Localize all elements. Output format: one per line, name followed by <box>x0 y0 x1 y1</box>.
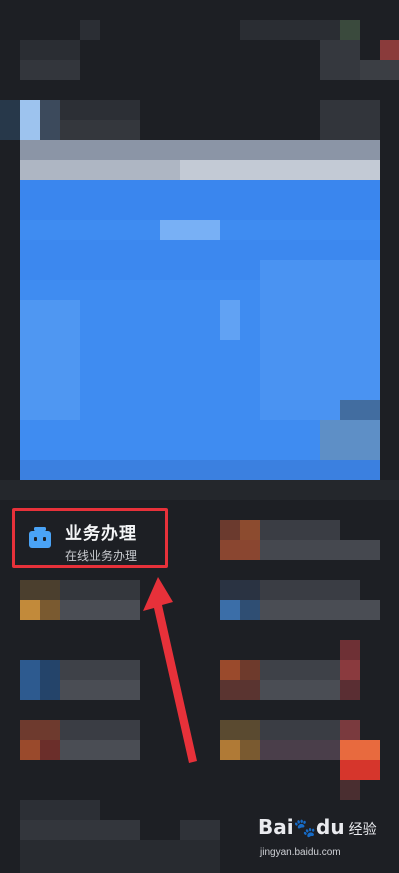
paw-icon: 🐾 <box>293 818 317 839</box>
divider <box>0 480 399 500</box>
watermark-logo-suffix: 经验 <box>348 822 377 838</box>
baidu-jingyan-watermark: Bai🐾du 经验 jingyan.baidu.com <box>258 815 393 865</box>
watermark-logo-mark: du <box>316 815 345 839</box>
briefcase-robot-icon <box>27 524 53 550</box>
service-title: 业务办理 <box>65 524 137 543</box>
business-service-item[interactable]: 业务办理 在线业务办理 <box>12 508 168 568</box>
watermark-logo-text: Bai <box>258 815 294 839</box>
service-subtitle: 在线业务办理 <box>65 549 138 563</box>
watermark-url: jingyan.baidu.com <box>260 847 341 858</box>
promo-banner[interactable] <box>20 140 380 480</box>
red-arrow-annotation <box>143 577 197 763</box>
